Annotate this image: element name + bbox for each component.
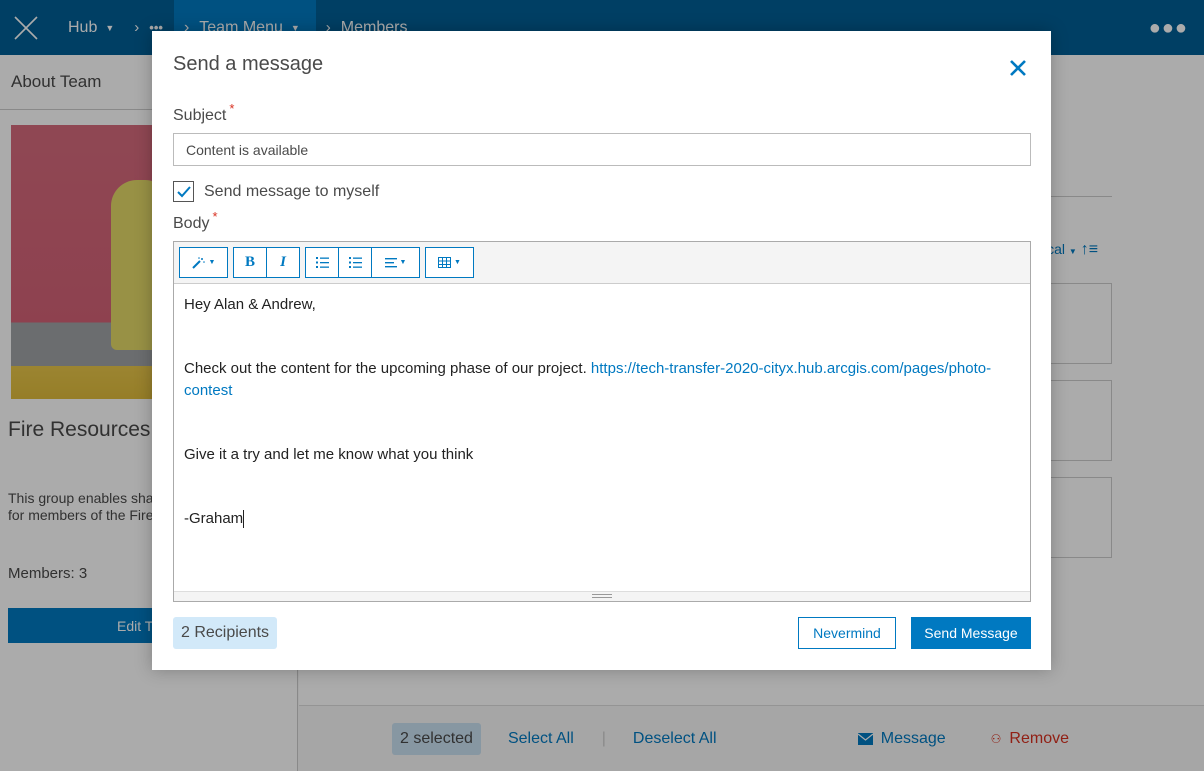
toolbar-group-lists: ▼ [305,247,420,278]
modal-title: Send a message [173,53,324,75]
editor-content[interactable]: Hey Alan & Andrew, Check out the content… [174,284,1030,540]
body-paragraph: Give it a try and let me know what you t… [184,446,474,463]
magic-wand-button[interactable]: ▼ [179,247,228,278]
nevermind-button[interactable]: Nevermind [798,617,896,649]
send-message-button[interactable]: Send Message [911,617,1031,649]
toolbar-group-style: ▼ [179,247,228,278]
signature-text: -Graham [184,510,244,527]
caret-down-icon: ▼ [454,259,461,266]
numbered-list-button[interactable] [338,247,372,278]
align-button[interactable]: ▼ [371,247,420,278]
caret-down-icon: ▼ [208,259,216,266]
italic-button[interactable]: I [266,247,300,278]
modal-close-button[interactable] [1007,57,1029,79]
body-signature: -Graham [184,508,1020,530]
required-mark: * [212,209,218,224]
table-icon [438,257,452,268]
resize-grip-icon[interactable] [592,594,612,598]
subject-input[interactable] [173,133,1031,166]
body-label: Body * [173,209,218,233]
send-to-self-row[interactable]: Send message to myself [173,181,379,202]
required-mark: * [229,101,235,116]
rich-text-editor: ▼ B I ▼ ▼ Hey Alan & Andrew, Check out t… [173,241,1031,602]
body-greeting: Hey Alan & Andrew, [184,296,316,313]
send-to-self-label: Send message to myself [204,182,380,200]
subject-label: Subject * [173,101,234,125]
bulleted-list-icon [315,257,329,268]
subject-label-text: Subject [173,107,227,124]
editor-toolbar: ▼ B I ▼ ▼ [174,242,1030,284]
checkmark-icon [176,185,191,197]
body-text: Check out the content for the upcoming p… [184,360,587,377]
table-button[interactable]: ▼ [425,247,474,278]
send-message-modal: Send a message Subject* Send message to … [152,31,1051,670]
magic-wand-icon [191,256,205,269]
editor-statusbar [174,591,1030,601]
bulleted-list-button[interactable] [305,247,339,278]
close-icon [1010,60,1026,76]
bold-button[interactable]: B [233,247,267,278]
toolbar-group-format: B I [233,247,300,278]
send-to-self-checkbox[interactable] [173,181,194,202]
caret-down-icon: ▼ [399,259,407,266]
toolbar-group-table: ▼ [425,247,474,278]
numbered-list-icon [348,257,362,268]
align-left-icon [384,257,397,267]
recipients-badge[interactable]: 2 Recipients [173,617,278,649]
body-paragraph: Check out the content for the upcoming p… [184,358,1020,402]
text-cursor [243,510,245,529]
body-label-text: Body [173,215,210,232]
